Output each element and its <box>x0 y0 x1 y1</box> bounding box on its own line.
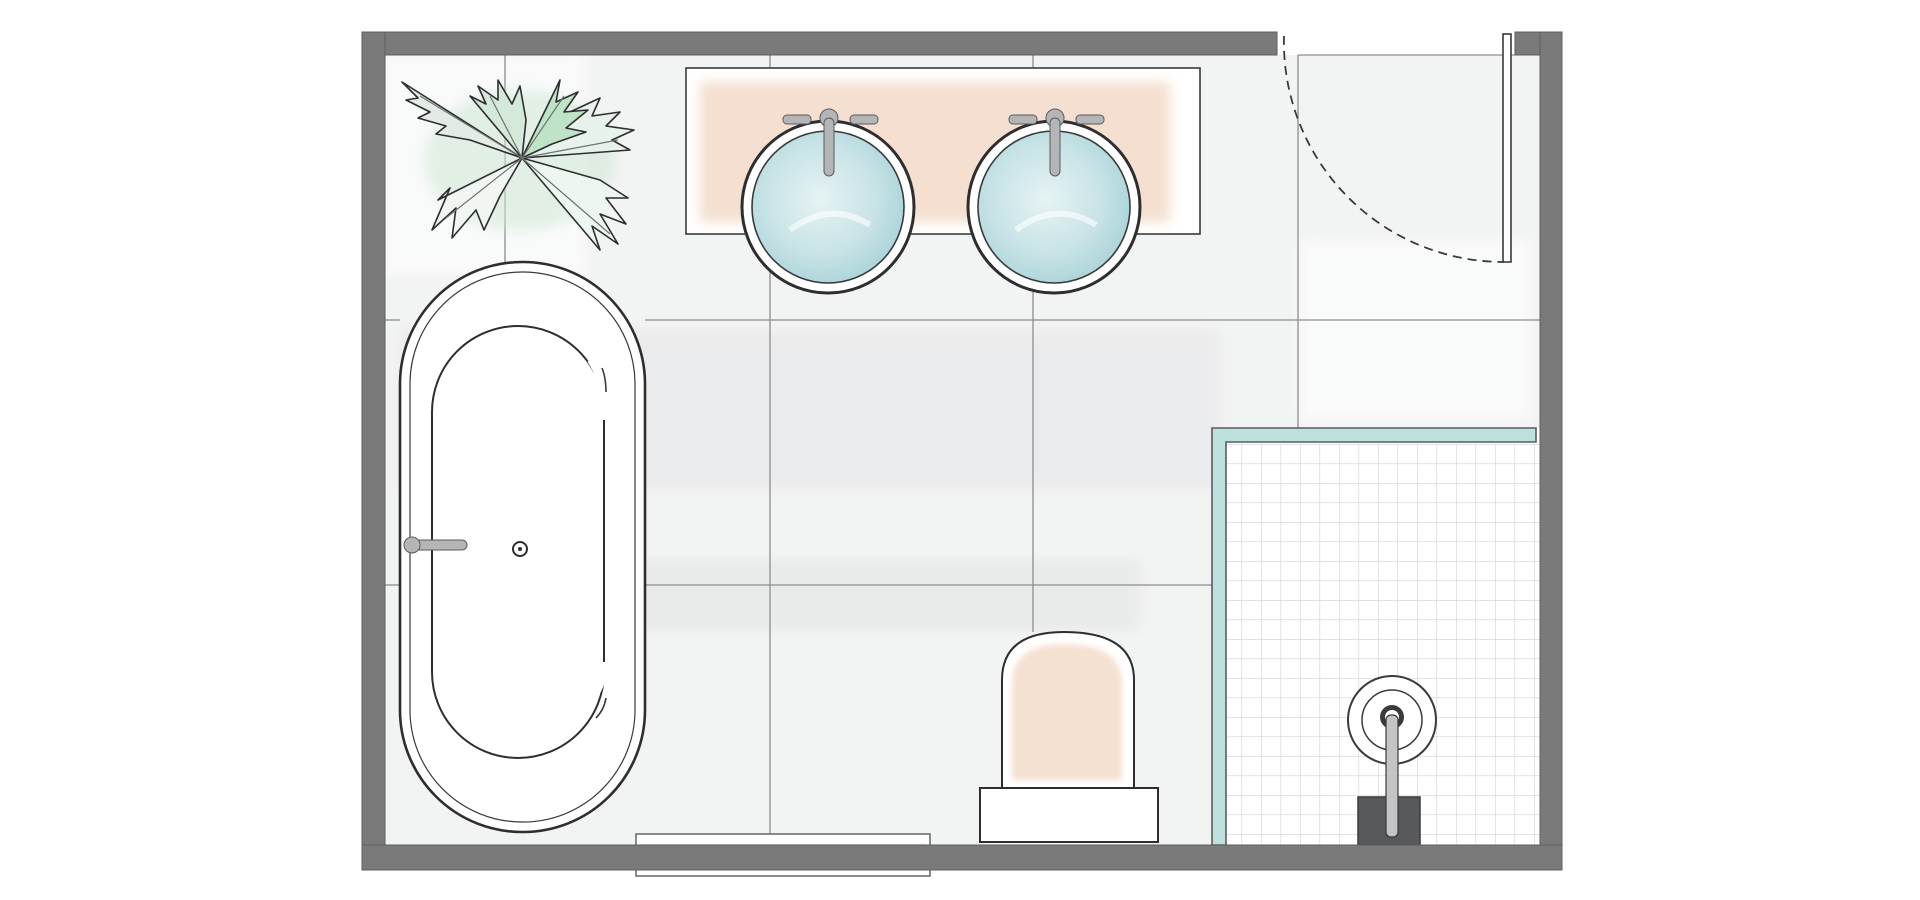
wall-left <box>361 31 386 871</box>
wall-right <box>1539 31 1563 871</box>
door-leaf <box>1502 33 1512 263</box>
bathroom-floor-plan-diagram <box>361 31 1563 877</box>
faucet-icon <box>823 117 835 177</box>
shower <box>1211 427 1540 846</box>
wall-bottom <box>361 844 1563 871</box>
wall-top-left <box>361 31 1278 56</box>
bathtub <box>398 260 647 834</box>
floor-plan <box>0 0 1920 900</box>
toilet <box>979 630 1159 843</box>
faucet-icon <box>1049 117 1061 177</box>
shower-head-icon <box>1385 714 1399 838</box>
toilet-tank <box>979 787 1159 843</box>
